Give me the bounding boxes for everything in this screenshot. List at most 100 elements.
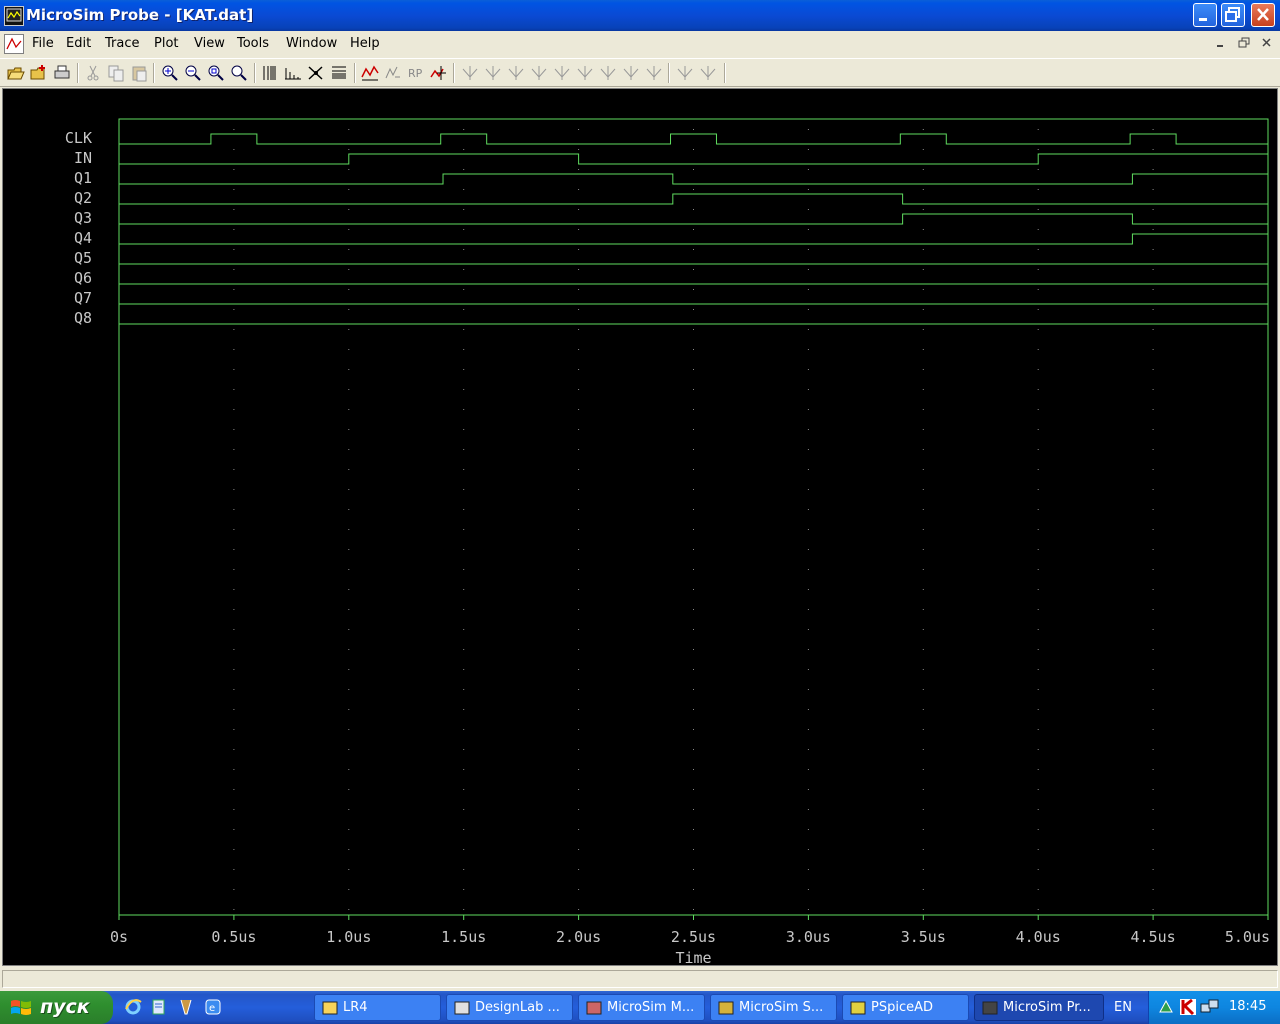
open-append-button[interactable] <box>29 63 49 83</box>
cursor-slope-button[interactable] <box>506 63 526 83</box>
zoom-in-button[interactable] <box>160 63 180 83</box>
document-icon[interactable] <box>4 34 24 54</box>
taskbar: пуск e LR4 DesignLab ... MicroSim M... Micr… <box>0 991 1280 1024</box>
probe-icon <box>981 999 999 1017</box>
copy-button[interactable] <box>106 63 126 83</box>
log-x-icon <box>263 66 276 80</box>
cursor-trough-button[interactable] <box>483 63 503 83</box>
x-tick-label: 0s <box>110 928 128 946</box>
title-bar[interactable]: MicroSim Probe - [KAT.dat] <box>0 0 1280 31</box>
cursor-peak-icon <box>462 66 478 80</box>
antivirus-tray-icon[interactable] <box>1179 998 1197 1016</box>
menu-window[interactable]: Window <box>286 36 337 51</box>
zoom-out-button[interactable] <box>183 63 203 83</box>
copy-icon <box>108 65 124 82</box>
mdi-close-button[interactable] <box>1259 36 1275 50</box>
connection-tray-icon[interactable] <box>1200 998 1220 1016</box>
designlab-icon <box>453 999 471 1017</box>
digital-timing-chart[interactable]: 0s 0.5us 1.0us 1.5us 2.0us 2.5us 3.0us 3.5us 4.0… <box>3 89 1277 965</box>
print-button[interactable] <box>52 63 72 83</box>
toggle-symbol-button[interactable] <box>698 63 718 83</box>
mark-data-button[interactable] <box>675 63 695 83</box>
paste-button[interactable] <box>129 63 149 83</box>
signal-label: Q8 <box>74 309 92 327</box>
menu-edit[interactable]: Edit <box>66 36 91 51</box>
log-x-button[interactable] <box>260 63 280 83</box>
toolbar-separator <box>453 63 455 83</box>
mdi-restore-button[interactable] <box>1236 36 1252 50</box>
status-bar <box>0 967 1280 991</box>
clock[interactable]: 18:45 <box>1229 999 1266 1014</box>
cursor-min-icon <box>531 66 547 80</box>
fourier-button[interactable] <box>283 63 303 83</box>
menu-file[interactable]: File <box>32 36 54 51</box>
mark-data-icon <box>677 66 693 80</box>
mdi-minimize-button[interactable] <box>1213 36 1229 50</box>
probe-plot-window[interactable]: 0s 0.5us 1.0us 1.5us 2.0us 2.5us 3.0us 3.5us 4.0… <box>2 88 1278 966</box>
signal-label: CLK <box>65 129 92 147</box>
menu-tools[interactable]: Tools <box>237 36 269 51</box>
menu-view[interactable]: View <box>194 36 225 51</box>
ie-quicklaunch-icon[interactable] <box>124 998 142 1016</box>
cursor-prev-transition-icon <box>646 66 662 80</box>
cursor-max-button[interactable] <box>552 63 572 83</box>
log-y-icon <box>332 66 346 79</box>
signal-label: Q5 <box>74 249 92 267</box>
signal-label: IN <box>74 149 92 167</box>
toggle-symbol-icon <box>700 66 716 80</box>
desktop-quicklaunch-icon[interactable] <box>150 998 168 1016</box>
svg-text:RP: RP <box>408 67 423 80</box>
taskbar-button[interactable]: LR4 <box>314 994 441 1021</box>
x-tick-label: 1.5us <box>441 928 486 946</box>
cursor-icon <box>430 66 446 80</box>
cursor-prev-transition-button[interactable] <box>644 63 664 83</box>
signal-label: Q3 <box>74 209 92 227</box>
cursor-next-transition-button[interactable] <box>621 63 641 83</box>
mark-label-button[interactable]: RP <box>406 63 426 83</box>
cursor-point-button[interactable] <box>575 63 595 83</box>
close-button[interactable] <box>1251 3 1275 27</box>
minimize-button[interactable] <box>1193 3 1217 27</box>
app-quicklaunch-icon[interactable]: e <box>204 998 222 1016</box>
zoom-out-icon <box>185 65 201 81</box>
cursor-peak-button[interactable] <box>460 63 480 83</box>
tools-quicklaunch-icon[interactable] <box>177 998 195 1016</box>
x-tick-label: 2.0us <box>556 928 601 946</box>
taskbar-button[interactable]: MicroSim M... <box>578 994 705 1021</box>
restore-button[interactable] <box>1221 3 1245 27</box>
signal-trace-q2 <box>119 193 1268 205</box>
network-tray-icon[interactable] <box>1157 998 1175 1016</box>
cursor-search-button[interactable] <box>598 63 618 83</box>
cut-icon <box>87 65 99 81</box>
toolbar: RP <box>0 58 1280 87</box>
menu-help[interactable]: Help <box>350 36 380 51</box>
zoom-fit-button[interactable] <box>229 63 249 83</box>
cut-button[interactable] <box>83 63 103 83</box>
menu-trace[interactable]: Trace <box>105 36 140 51</box>
signal-label: Q1 <box>74 169 92 187</box>
toolbar-separator <box>724 63 726 83</box>
zoom-area-button[interactable] <box>206 63 226 83</box>
cursor-min-button[interactable] <box>529 63 549 83</box>
taskbar-button[interactable]: MicroSim Pr... <box>974 994 1104 1021</box>
taskbar-button[interactable]: MicroSim S... <box>710 994 837 1021</box>
language-indicator[interactable]: EN <box>1114 1000 1132 1015</box>
taskbar-button[interactable]: DesignLab ... <box>446 994 573 1021</box>
x-tick-label: 3.5us <box>901 928 946 946</box>
log-y-button[interactable] <box>329 63 349 83</box>
menu-plot[interactable]: Plot <box>154 36 179 51</box>
eval-goal-button[interactable] <box>383 63 403 83</box>
cursor-button[interactable] <box>429 63 449 83</box>
start-button[interactable]: пуск <box>0 991 113 1024</box>
menu-bar: File Edit Trace Plot View Tools Window H… <box>0 31 1280 57</box>
taskbar-button[interactable]: PSpiceAD <box>842 994 969 1021</box>
signal-trace-q4 <box>119 233 1268 245</box>
signal-trace-q3 <box>119 213 1268 225</box>
x-tick-label: 4.5us <box>1131 928 1176 946</box>
eval-goal-icon <box>385 66 400 79</box>
open-button[interactable] <box>6 63 26 83</box>
performance-button[interactable] <box>306 63 326 83</box>
probe-app-icon[interactable] <box>4 6 24 26</box>
zoom-area-icon <box>208 65 224 81</box>
add-trace-button[interactable] <box>360 63 380 83</box>
